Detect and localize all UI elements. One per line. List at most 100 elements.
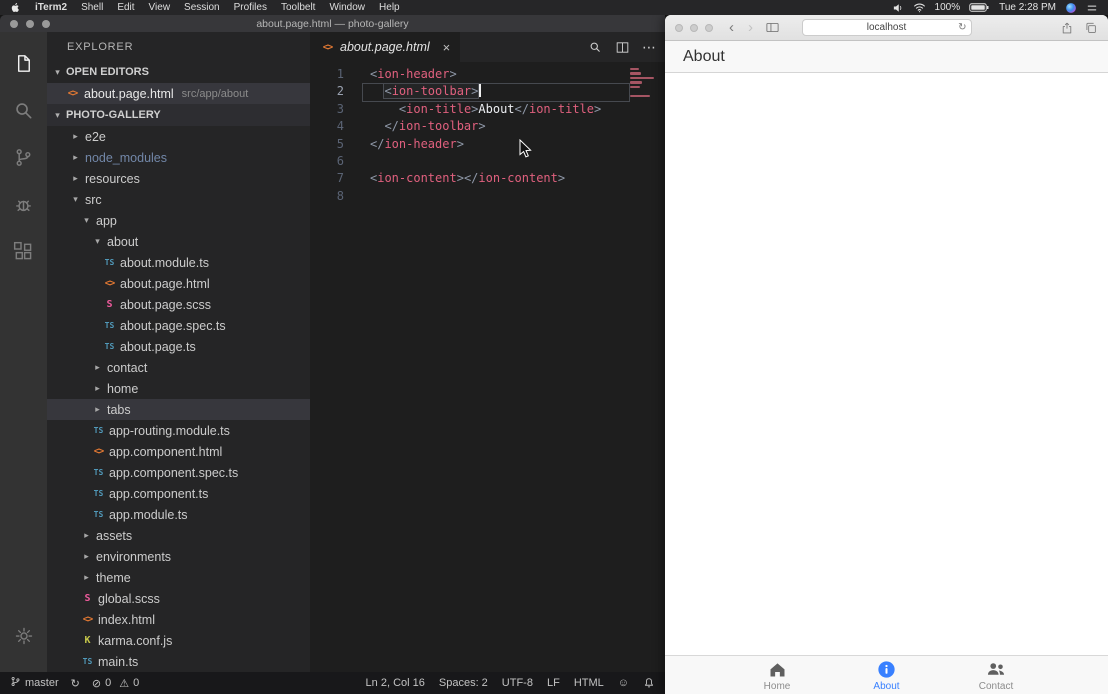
settings-gear-icon[interactable] xyxy=(0,615,47,662)
notification-center-icon[interactable] xyxy=(1086,2,1098,14)
activity-explorer-icon[interactable] xyxy=(0,40,47,87)
tab-contact[interactable]: Contact xyxy=(969,656,1023,694)
tree-file-about-module-ts[interactable]: TSabout.module.ts xyxy=(47,252,310,273)
indentation-setting[interactable]: Spaces: 2 xyxy=(439,677,488,689)
code-line-5: </ion-header> xyxy=(370,136,625,153)
tab-overview-icon[interactable] xyxy=(1084,21,1098,35)
menu-view[interactable]: View xyxy=(149,2,171,13)
activity-debug-icon[interactable] xyxy=(0,181,47,228)
tree-folder-contact[interactable]: ▸contact xyxy=(47,357,310,378)
menu-window[interactable]: Window xyxy=(329,2,365,13)
vscode-title-bar[interactable]: about.page.html — photo-gallery xyxy=(0,15,665,32)
apple-menu-icon[interactable] xyxy=(10,2,21,13)
menu-profiles[interactable]: Profiles xyxy=(234,2,267,13)
tree-folder-theme[interactable]: ▸theme xyxy=(47,567,310,588)
more-actions-icon[interactable]: ⋯ xyxy=(642,39,657,56)
tree-file-app-component-ts[interactable]: TSapp.component.ts xyxy=(47,483,310,504)
volume-icon[interactable] xyxy=(892,2,904,14)
address-bar[interactable]: localhost ↻ xyxy=(802,19,972,36)
tree-folder-resources[interactable]: ▸resources xyxy=(47,168,310,189)
encoding-setting[interactable]: UTF-8 xyxy=(502,677,533,689)
git-branch-indicator[interactable]: master xyxy=(10,676,59,690)
code-line-2: <ion-toolbar> xyxy=(370,83,625,100)
tree-file-about-page-spec-ts[interactable]: TSabout.page.spec.ts xyxy=(47,315,310,336)
sync-button[interactable]: ↻ xyxy=(71,677,80,690)
tree-file-app-module-ts[interactable]: TSapp.module.ts xyxy=(47,504,310,525)
battery-icon[interactable] xyxy=(969,2,990,13)
tab-home[interactable]: Home xyxy=(750,656,804,694)
menu-session[interactable]: Session xyxy=(184,2,220,13)
tree-item-label: about.module.ts xyxy=(120,256,209,270)
scss-file-icon: S xyxy=(102,299,117,310)
tree-item-label: app-routing.module.ts xyxy=(109,424,230,438)
activity-search-icon[interactable] xyxy=(0,87,47,134)
menu-toolbelt[interactable]: Toolbelt xyxy=(281,2,315,13)
zoom-window-button[interactable] xyxy=(705,24,713,32)
tab-about[interactable]: About xyxy=(860,656,914,694)
line-number: 1 xyxy=(310,66,356,83)
sidebar-toggle-icon[interactable] xyxy=(765,20,780,35)
tree-folder-assets[interactable]: ▸assets xyxy=(47,525,310,546)
tree-folder-environments[interactable]: ▸environments xyxy=(47,546,310,567)
menubar-status-area: 100% Tue 2:28 PM xyxy=(892,1,1098,14)
tree-item-label: assets xyxy=(96,529,132,543)
macos-menu-bar: iTerm2 Shell Edit View Session Profiles Toolbe… xyxy=(0,0,1108,15)
tree-folder-node-modules[interactable]: ▸node_modules xyxy=(47,147,310,168)
siri-icon[interactable] xyxy=(1065,2,1077,14)
page-header: About xyxy=(665,41,1108,73)
project-root-header[interactable]: ▾ PHOTO-GALLERY xyxy=(47,104,310,126)
tree-item-label: node_modules xyxy=(85,151,167,165)
menubar-clock[interactable]: Tue 2:28 PM xyxy=(999,2,1056,13)
tab-label: about.page.html xyxy=(340,40,430,54)
menu-help[interactable]: Help xyxy=(379,2,400,13)
cursor-position[interactable]: Ln 2, Col 16 xyxy=(366,677,425,689)
tree-folder-app[interactable]: ▾app xyxy=(47,210,310,231)
split-editor-icon[interactable] xyxy=(615,40,630,55)
wifi-icon[interactable] xyxy=(913,1,926,14)
tree-file-global-scss[interactable]: Sglobal.scss xyxy=(47,588,310,609)
tree-file-app-component-html[interactable]: <>app.component.html xyxy=(47,441,310,462)
code-line-6 xyxy=(370,153,625,170)
tree-file-about-page-html[interactable]: <>about.page.html xyxy=(47,273,310,294)
tree-folder-e2e[interactable]: ▸e2e xyxy=(47,126,310,147)
minimize-window-button[interactable] xyxy=(26,20,34,28)
close-window-button[interactable] xyxy=(675,24,683,32)
tree-file-about-page-scss[interactable]: Sabout.page.scss xyxy=(47,294,310,315)
tree-folder-about[interactable]: ▾about xyxy=(47,231,310,252)
url-text: localhost xyxy=(867,22,906,33)
menu-iterm2[interactable]: iTerm2 xyxy=(35,2,67,13)
tree-folder-src[interactable]: ▾src xyxy=(47,189,310,210)
tab-about-page-html[interactable]: <> about.page.html × xyxy=(310,32,460,62)
menu-shell[interactable]: Shell xyxy=(81,2,103,13)
problems-indicator[interactable]: ⊘ 0 ⚠ 0 xyxy=(92,677,139,690)
open-editors-header[interactable]: ▾ OPEN EDITORS xyxy=(47,61,310,83)
tree-file-about-page-ts[interactable]: TSabout.page.ts xyxy=(47,336,310,357)
close-window-button[interactable] xyxy=(10,20,18,28)
back-button[interactable]: ‹ xyxy=(727,20,736,35)
eol-setting[interactable]: LF xyxy=(547,677,560,689)
share-icon[interactable] xyxy=(1060,21,1074,35)
tree-file-app-component-spec-ts[interactable]: TSapp.component.spec.ts xyxy=(47,462,310,483)
menu-edit[interactable]: Edit xyxy=(117,2,134,13)
reload-icon[interactable]: ↻ xyxy=(958,22,966,33)
forward-button[interactable]: › xyxy=(746,20,755,35)
window-controls xyxy=(675,24,713,32)
tree-folder-home[interactable]: ▸home xyxy=(47,378,310,399)
language-mode[interactable]: HTML xyxy=(574,677,604,689)
activity-source-control-icon[interactable] xyxy=(0,134,47,181)
zoom-window-button[interactable] xyxy=(42,20,50,28)
tree-file-app-routing-module-ts[interactable]: TSapp-routing.module.ts xyxy=(47,420,310,441)
minimap[interactable] xyxy=(630,68,658,104)
tree-file-karma-conf-js[interactable]: Kkarma.conf.js xyxy=(47,630,310,651)
search-editor-icon[interactable] xyxy=(588,40,603,55)
open-editor-item[interactable]: <> about.page.html src/app/about xyxy=(47,83,310,104)
activity-extensions-icon[interactable] xyxy=(0,228,47,275)
tree-file-main-ts[interactable]: TSmain.ts xyxy=(47,651,310,672)
notifications-bell-icon[interactable] xyxy=(643,677,655,689)
code-editor[interactable]: 12345678 <ion-header> <ion-toolbar> <ion… xyxy=(310,62,665,672)
tree-folder-tabs[interactable]: ▸tabs xyxy=(47,399,310,420)
tree-file-index-html[interactable]: <>index.html xyxy=(47,609,310,630)
minimize-window-button[interactable] xyxy=(690,24,698,32)
feedback-smiley-icon[interactable]: ☺ xyxy=(618,677,629,689)
close-tab-icon[interactable]: × xyxy=(443,40,451,55)
